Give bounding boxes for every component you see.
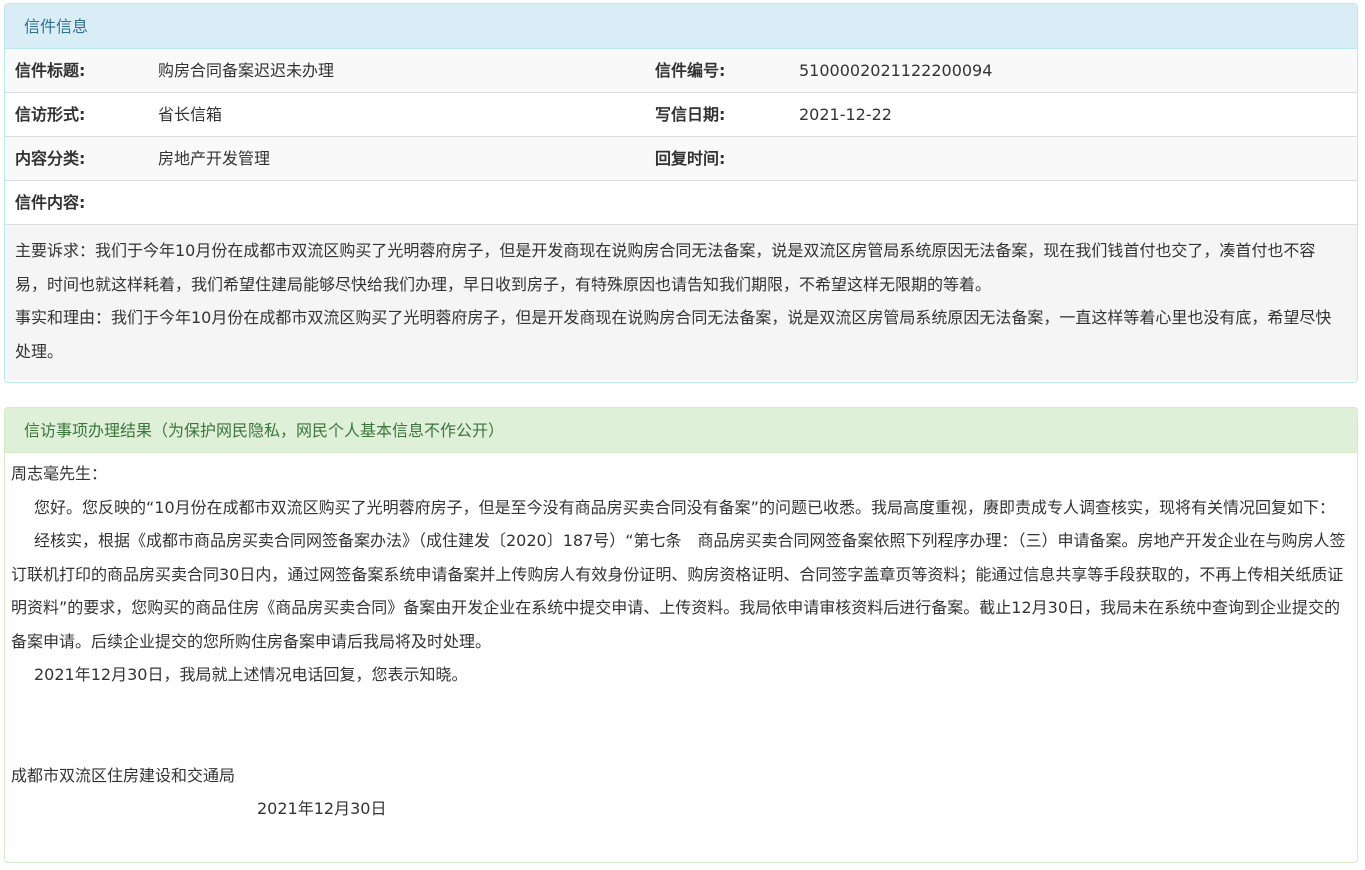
letter-title-label: 信件标题: [15,61,86,80]
reply-paragraph: 2021年12月30日，我局就上述情况电话回复，您表示知晓。 [34,665,468,684]
info-row-content: 信件内容: [5,181,1357,225]
reply-body: 周志毫先生： 您好。您反映的“10月份在成都市双流区购买了光明蓉府房子，但是至今… [5,453,1357,826]
petition-form-value: 省长信箱 [158,105,223,124]
reply-paragraph: 您好。您反映的“10月份在成都市双流区购买了光明蓉府房子，但是至今没有商品房买卖… [34,497,1335,517]
info-row-title: 信件标题: 购房合同备案迟迟未办理 信件编号: 5100002021122200… [5,49,1357,93]
info-row-category: 内容分类: 房地产开发管理 回复时间: [5,137,1357,181]
letter-number-value: 5100002021122200094 [799,61,993,80]
reply-paragraph: 经核实，根据《成都市商品房买卖合同网签备案办法》（成住建发〔2020〕187号）… [11,531,1346,651]
content-category-value: 房地产开发管理 [158,149,271,168]
write-date-label: 写信日期: [655,105,726,124]
facts-reasons-text: 事实和理由：我们于今年10月份在成都市双流区购买了光明蓉府房子，但是开发商现在说… [15,308,1332,361]
reply-time-label: 回复时间: [655,149,726,168]
letter-info-heading: 信件信息 [5,4,1357,49]
letter-info-panel: 信件信息 信件标题: 购房合同备案迟迟未办理 信件编号: 51000020211… [4,3,1358,383]
letter-content-label: 信件内容: [15,193,86,212]
content-category-label: 内容分类: [15,149,86,168]
petition-form-label: 信访形式: [15,105,86,124]
reply-date: 2021年12月30日 [257,799,387,818]
letter-title-value: 购房合同备案迟迟未办理 [158,61,335,80]
letter-number-label: 信件编号: [655,61,726,80]
write-date-value: 2021-12-22 [799,105,892,124]
main-appeal-text: 主要诉求：我们于今年10月份在成都市双流区购买了光明蓉府房子，但是开发商现在说购… [15,241,1316,294]
handling-result-panel: 信访事项办理结果（为保护网民隐私，网民个人基本信息不作公开） 周志毫先生： 您好… [4,407,1358,863]
letter-content-body: 主要诉求：我们于今年10月份在成都市双流区购买了光明蓉府房子，但是开发商现在说购… [5,225,1357,380]
reply-signature: 成都市双流区住房建设和交通局 [11,765,236,785]
reply-salutation: 周志毫先生： [11,464,108,483]
handling-result-heading: 信访事项办理结果（为保护网民隐私，网民个人基本信息不作公开） [5,408,1357,453]
info-row-form: 信访形式: 省长信箱 写信日期: 2021-12-22 [5,93,1357,137]
